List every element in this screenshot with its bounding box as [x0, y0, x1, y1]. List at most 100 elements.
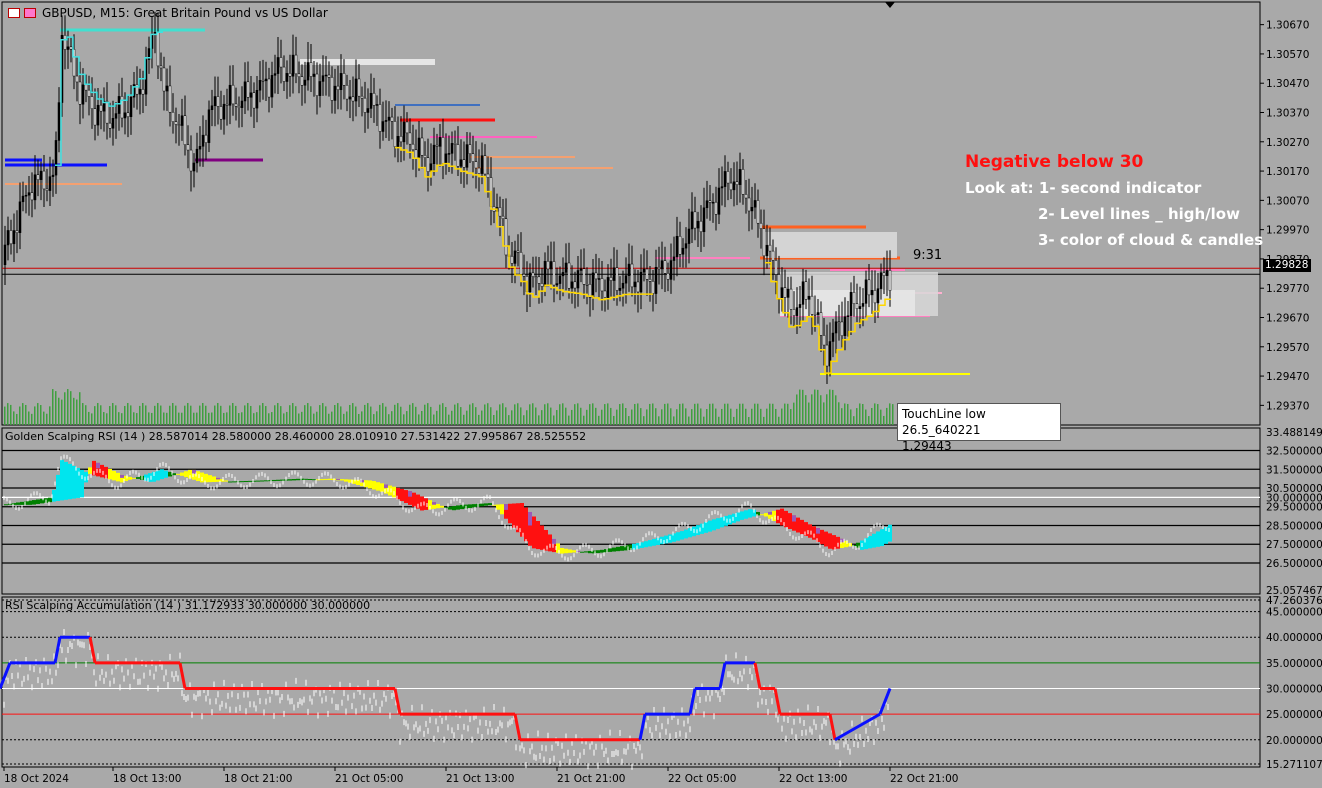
volume-bar — [46, 413, 48, 425]
window-title: GBPUSD, M15: Great Britain Pound vs US D… — [8, 6, 328, 20]
price-candle-body — [513, 250, 517, 264]
rsi-cloud-segment — [336, 478, 340, 480]
volume-bar — [361, 411, 363, 425]
price-candle-body — [567, 262, 571, 289]
volume-bar — [76, 399, 78, 425]
volume-bar — [646, 409, 648, 425]
price-candle-body — [783, 287, 787, 298]
rsi-cloud-segment — [512, 503, 516, 528]
chart-canvas[interactable]: 33.48814932.50000031.50000030.50000030.0… — [0, 0, 1322, 788]
rsi-cloud-segment — [240, 481, 244, 483]
volume-bar — [529, 404, 531, 425]
volume-bar — [229, 405, 231, 425]
volume-bar — [562, 403, 564, 425]
price-candle-body — [264, 78, 268, 82]
rsi-cloud-segment — [244, 481, 248, 483]
rsi-cloud-segment — [560, 547, 564, 554]
price-candle-body — [351, 96, 355, 102]
price-candle-body — [111, 118, 115, 129]
rsi-cloud-segment — [404, 490, 408, 503]
volume-bar — [304, 405, 306, 425]
price-candle-body — [213, 96, 217, 107]
price-candle-body — [603, 290, 607, 298]
price-candle-body — [744, 194, 748, 199]
accum-tick-label: 35.000000 — [1266, 658, 1322, 670]
volume-bar — [7, 403, 9, 425]
volume-bar — [577, 403, 579, 425]
rsi-cloud-segment — [768, 511, 772, 515]
price-candle-body — [477, 167, 481, 174]
price-candle-body — [36, 174, 40, 180]
volume-bar — [373, 414, 375, 425]
annotation-negative: Negative below 30 — [965, 152, 1144, 172]
price-candle-body — [846, 315, 850, 317]
rsi-cloud-segment — [484, 503, 488, 506]
volume-bar — [292, 403, 294, 425]
price-candle-body — [612, 267, 616, 281]
price-candle-body — [888, 270, 892, 291]
price-candle-body — [402, 121, 406, 143]
price-candle-body — [9, 230, 13, 245]
price-candle-body — [87, 89, 91, 97]
volume-bar — [166, 412, 168, 425]
volume-bar — [163, 412, 165, 425]
price-candle-body — [66, 46, 70, 50]
volume-bar — [868, 416, 870, 425]
volume-bar — [655, 408, 657, 425]
volume-bar — [4, 406, 6, 425]
shift-marker-icon[interactable] — [885, 2, 895, 8]
rsi-cloud-segment — [600, 549, 604, 553]
price-candle-body — [738, 169, 742, 185]
price-candle-body — [825, 344, 829, 367]
rsi-cloud-segment — [680, 531, 684, 540]
volume-bar — [532, 403, 534, 425]
chart-type-icon[interactable] — [24, 8, 36, 18]
volume-bar — [247, 403, 249, 425]
volume-bar — [271, 412, 273, 425]
volume-bar — [40, 405, 42, 425]
price-candle-body — [84, 84, 88, 91]
price-candle-body — [162, 67, 166, 92]
rsi-cloud-segment — [228, 481, 232, 483]
price-candle-body — [579, 268, 583, 271]
volume-bar — [784, 403, 786, 425]
volume-bar — [418, 414, 420, 425]
volume-bar — [364, 404, 366, 425]
price-candle-body — [522, 274, 526, 277]
current-price-tag: 1.29828 — [1263, 259, 1311, 272]
rsi-cloud-segment — [56, 474, 60, 501]
price-candle-body — [621, 282, 625, 289]
price-candle-body — [426, 157, 430, 172]
volume-bar — [757, 403, 759, 425]
price-candle-body — [720, 186, 724, 189]
volume-bar — [808, 402, 810, 425]
price-candle-body — [240, 100, 244, 108]
volume-bar — [733, 416, 735, 425]
price-candle-body — [657, 266, 661, 270]
price-tick-label: 1.29470 — [1266, 371, 1309, 383]
rsi-cloud-segment — [588, 550, 592, 554]
volume-bar — [595, 407, 597, 425]
price-candle-body — [282, 66, 286, 82]
price-candle-body — [18, 201, 22, 233]
volume-bar — [352, 403, 354, 425]
rsi-cloud-segment — [584, 551, 588, 553]
volume-bar — [571, 409, 573, 425]
volume-bar — [484, 404, 486, 425]
price-tick-label: 1.30370 — [1266, 108, 1309, 120]
menu-icon[interactable] — [8, 8, 20, 18]
volume-bar — [616, 409, 618, 425]
volume-bar — [175, 405, 177, 425]
price-candle-body — [768, 244, 772, 252]
rsi-tick-label: 31.500000 — [1266, 464, 1322, 476]
price-candle-body — [273, 73, 277, 76]
rsi-cloud-segment — [176, 473, 180, 475]
price-candle-body — [555, 283, 559, 286]
volume-bar — [136, 413, 138, 425]
price-candle-body — [177, 124, 181, 126]
volume-bar — [817, 389, 819, 425]
volume-bar — [340, 406, 342, 425]
volume-bar — [73, 397, 75, 425]
accum-tick-label: 45.000000 — [1266, 607, 1322, 619]
time-tick-label: 18 Oct 21:00 — [224, 773, 292, 785]
